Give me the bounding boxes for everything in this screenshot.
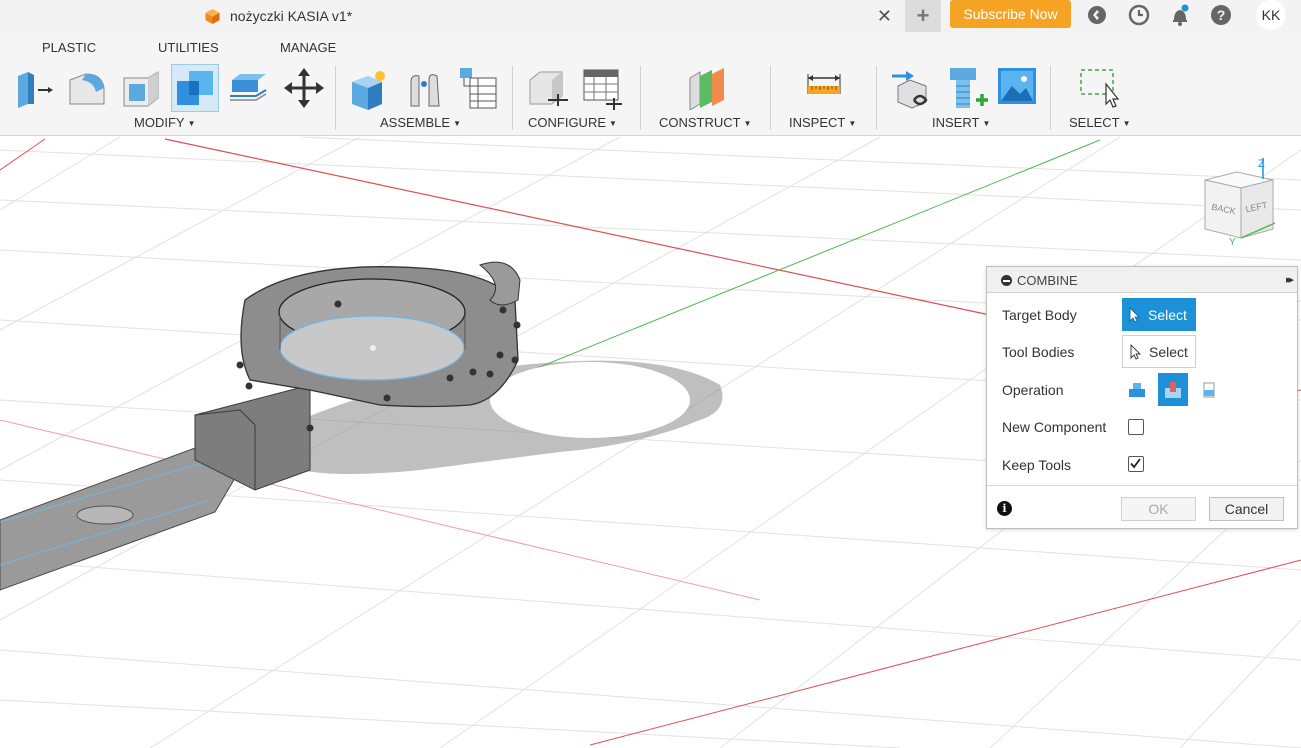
joint-icon[interactable] bbox=[403, 66, 447, 110]
configure-parameter-icon[interactable] bbox=[526, 66, 570, 110]
cancel-button[interactable]: Cancel bbox=[1209, 497, 1284, 521]
combine-tool-button[interactable] bbox=[171, 64, 219, 112]
subscribe-now-button[interactable]: Subscribe Now bbox=[950, 0, 1071, 28]
operation-cut-button[interactable] bbox=[1158, 373, 1188, 406]
separator bbox=[1050, 66, 1051, 130]
toolbar-ribbon: PLASTIC UTILITIES MANAGE MODIFY ▼ ASSEMB… bbox=[0, 32, 1301, 136]
configuration-table-icon[interactable] bbox=[580, 66, 624, 110]
notifications-bell-icon[interactable] bbox=[1168, 3, 1192, 27]
tab-utilities[interactable]: UTILITIES bbox=[158, 40, 219, 55]
y-axis-label: Y bbox=[1229, 237, 1236, 245]
document-cube-icon bbox=[205, 9, 220, 24]
checkmark-icon bbox=[1130, 458, 1141, 469]
caret-down-icon: ▼ bbox=[982, 119, 991, 128]
cursor-arrow-icon bbox=[1130, 343, 1142, 360]
combine-dialog-title: COMBINE bbox=[1017, 273, 1078, 288]
intersect-icon bbox=[1203, 382, 1215, 397]
insert-mcmaster-bolt-icon[interactable] bbox=[944, 66, 988, 110]
tool-bodies-label: Tool Bodies bbox=[1002, 344, 1075, 360]
job-status-clock-icon[interactable] bbox=[1127, 3, 1151, 27]
inspect-menu[interactable]: INSPECT ▼ bbox=[789, 115, 856, 130]
keep-tools-label: Keep Tools bbox=[1002, 457, 1072, 473]
select-window-icon[interactable] bbox=[1078, 66, 1122, 110]
plus-icon: + bbox=[916, 3, 930, 28]
grid-red-line-4 bbox=[589, 559, 1301, 746]
svg-text:?: ? bbox=[1217, 7, 1226, 23]
target-body-label: Target Body bbox=[1002, 307, 1077, 323]
viewcube[interactable]: BACK LEFT Z Y bbox=[1195, 155, 1285, 245]
combine-dialog-header[interactable]: COMBINE ▸▸ bbox=[987, 267, 1297, 293]
combine-dialog: COMBINE ▸▸ Target Body Select Tool Bodie… bbox=[986, 266, 1298, 529]
new-tab-button[interactable]: + bbox=[905, 0, 941, 32]
shell-icon[interactable] bbox=[120, 66, 164, 110]
caret-down-icon: ▼ bbox=[453, 119, 462, 128]
document-title: nożyczki KASIA v1* bbox=[230, 8, 353, 24]
construct-plane-icon[interactable] bbox=[684, 66, 728, 110]
document-tab[interactable]: nożyczki KASIA v1* ✕ bbox=[196, 0, 900, 32]
title-bar: nożyczki KASIA v1* ✕ + Subscribe Now ? K… bbox=[0, 0, 1301, 32]
caret-down-icon: ▼ bbox=[609, 119, 617, 128]
new-component-checkbox[interactable] bbox=[1128, 419, 1144, 435]
tab-manage[interactable]: MANAGE bbox=[280, 40, 336, 55]
insert-menu[interactable]: INSERT ▼ bbox=[932, 115, 990, 130]
move-copy-icon[interactable] bbox=[282, 66, 326, 110]
press-pull-icon[interactable] bbox=[12, 66, 56, 110]
cut-icon bbox=[1165, 381, 1181, 398]
assemble-menu[interactable]: ASSEMBLE ▼ bbox=[380, 115, 461, 130]
tool-bodies-select-button[interactable]: Select bbox=[1122, 335, 1196, 368]
ok-button[interactable]: OK bbox=[1121, 497, 1196, 521]
tab-plastic[interactable]: PLASTIC bbox=[42, 40, 96, 55]
collapse-icon[interactable] bbox=[1001, 275, 1012, 286]
grid-red-line-3 bbox=[0, 138, 46, 171]
separator bbox=[335, 66, 336, 130]
measure-icon[interactable] bbox=[802, 66, 846, 110]
insert-derive-icon[interactable] bbox=[890, 66, 934, 110]
separator bbox=[876, 66, 877, 130]
combine-icon bbox=[177, 71, 213, 105]
extensions-icon[interactable] bbox=[1085, 3, 1109, 27]
component-table-icon[interactable] bbox=[456, 66, 500, 110]
combine-dialog-footer: i OK Cancel bbox=[987, 485, 1297, 529]
separator bbox=[512, 66, 513, 130]
caret-down-icon: ▼ bbox=[1122, 119, 1131, 128]
info-icon[interactable]: i bbox=[997, 501, 1012, 516]
replace-face-icon[interactable] bbox=[228, 66, 272, 110]
modify-menu[interactable]: MODIFY ▼ bbox=[134, 115, 195, 130]
join-icon bbox=[1129, 382, 1145, 397]
select-menu[interactable]: SELECT ▼ bbox=[1069, 115, 1131, 130]
operation-label: Operation bbox=[1002, 382, 1064, 398]
help-icon[interactable]: ? bbox=[1209, 3, 1233, 27]
caret-down-icon: ▼ bbox=[848, 119, 857, 128]
close-tab-button[interactable]: ✕ bbox=[877, 6, 892, 27]
cursor-arrow-icon bbox=[1129, 306, 1140, 323]
configure-menu[interactable]: CONFIGURE ▼ bbox=[528, 115, 617, 130]
caret-down-icon: ▼ bbox=[187, 119, 196, 128]
separator bbox=[770, 66, 771, 130]
caret-down-icon: ▼ bbox=[743, 119, 752, 128]
fillet-icon[interactable] bbox=[66, 66, 110, 110]
separator bbox=[640, 66, 641, 130]
user-avatar[interactable]: KK bbox=[1256, 0, 1286, 30]
new-component-icon[interactable] bbox=[348, 66, 392, 110]
construct-menu[interactable]: CONSTRUCT ▼ bbox=[659, 115, 752, 130]
scissors-model[interactable] bbox=[0, 261, 723, 591]
z-axis-label: Z bbox=[1258, 158, 1265, 170]
target-body-select-button[interactable]: Select bbox=[1122, 298, 1196, 331]
keep-tools-checkbox[interactable] bbox=[1128, 456, 1144, 472]
insert-canvas-image-icon[interactable] bbox=[996, 66, 1040, 110]
operation-join-button[interactable] bbox=[1122, 373, 1152, 406]
new-component-label: New Component bbox=[1002, 419, 1107, 435]
operation-intersect-button[interactable] bbox=[1194, 373, 1224, 406]
expand-icon[interactable]: ▸▸ bbox=[1286, 273, 1294, 286]
